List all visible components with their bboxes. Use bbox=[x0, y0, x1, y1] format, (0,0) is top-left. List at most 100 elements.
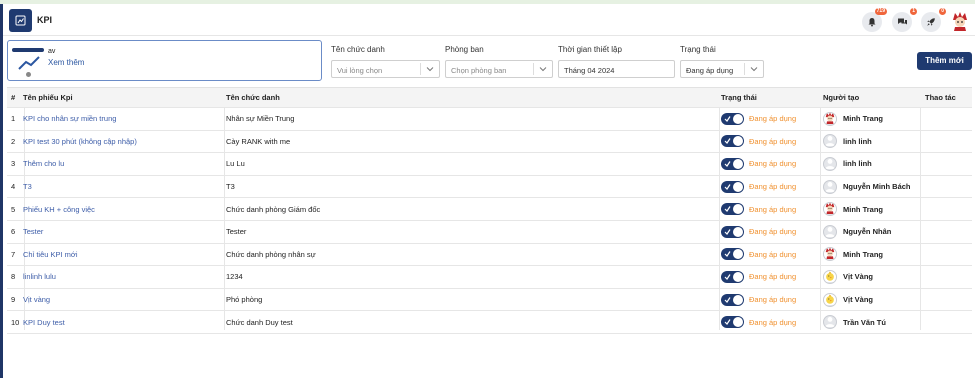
table-header-row: # Tên phiếu Kpi Tên chức danh Trạng thái… bbox=[7, 88, 972, 108]
status-cell: Đang áp dụng bbox=[721, 311, 817, 333]
job-title-cell: 1234 bbox=[226, 272, 243, 282]
status-toggle[interactable] bbox=[721, 248, 744, 261]
actions-cell bbox=[925, 244, 970, 266]
page-title: KPI bbox=[37, 15, 53, 25]
status-toggle[interactable] bbox=[721, 157, 744, 170]
check-icon bbox=[724, 183, 731, 190]
kpi-app-icon[interactable] bbox=[9, 9, 32, 32]
table-row[interactable]: 5 Phiếu KH + công việc Chức danh phòng Giá… bbox=[7, 198, 972, 221]
time-filter-value: Tháng 04 2024 bbox=[564, 66, 615, 75]
status-filter-select[interactable]: Đang áp dụng bbox=[680, 60, 764, 78]
creator-avatar bbox=[823, 202, 837, 217]
status-filter-label: Trạng thái bbox=[680, 45, 716, 54]
row-number: 5 bbox=[11, 204, 16, 214]
status-text: Đang áp dụng bbox=[749, 114, 797, 124]
creator-name: Minh Trang bbox=[843, 114, 883, 124]
status-toggle[interactable] bbox=[721, 135, 744, 148]
title-filter-select[interactable]: Vui lòng chọn bbox=[331, 60, 440, 78]
dept-filter-placeholder: Chọn phòng ban bbox=[451, 66, 507, 75]
dept-filter-label: Phòng ban bbox=[445, 45, 484, 54]
table-row[interactable]: 9 Vịt vàng Phó phòng Đang áp dụng Vịt Vàng bbox=[7, 289, 972, 312]
time-filter-label: Thời gian thiết lập bbox=[558, 45, 622, 54]
creator-cell: Nguyễn Nhân bbox=[823, 221, 919, 243]
table-row[interactable]: 2 KPI test 30 phút (không cập nhập) Cày RA… bbox=[7, 131, 972, 154]
updates-badge: 0 bbox=[939, 8, 946, 15]
selected-kpi-card[interactable]: av Xem thêm bbox=[7, 40, 322, 81]
add-new-button[interactable]: Thêm mới bbox=[917, 52, 972, 70]
status-toggle[interactable] bbox=[721, 203, 744, 216]
kpi-name-link[interactable]: KPI test 30 phút (không cập nhập) bbox=[23, 131, 223, 153]
status-text: Đang áp dụng bbox=[749, 249, 797, 259]
creator-avatar bbox=[823, 179, 837, 194]
kpi-name-link[interactable]: Vịt vàng bbox=[23, 289, 223, 311]
table-row[interactable]: 4 T3 T3 Đang áp dụng Nguyễn Minh Bách bbox=[7, 176, 972, 199]
chevron-down-icon bbox=[426, 67, 434, 72]
creator-cell: linh linh bbox=[823, 153, 919, 175]
status-text: Đang áp dụng bbox=[749, 317, 797, 327]
kpi-name-link[interactable]: Thêm cho lu bbox=[23, 153, 223, 175]
status-cell: Đang áp dụng bbox=[721, 176, 817, 198]
status-toggle[interactable] bbox=[721, 270, 744, 283]
kpi-chart-icon bbox=[12, 46, 50, 77]
table-row[interactable]: 10 KPI Duy test Chức danh Duy test Đang áp … bbox=[7, 311, 972, 334]
see-more-link[interactable]: Xem thêm bbox=[48, 58, 84, 67]
table-row[interactable]: 8 linlinh lulu 1234 Đang áp dụng Vịt Vàng bbox=[7, 266, 972, 289]
status-cell: Đang áp dụng bbox=[721, 266, 817, 288]
job-title-cell: Nhân sự Miền Trung bbox=[226, 114, 295, 124]
header-creator: Người tạo bbox=[823, 93, 860, 102]
status-cell: Đang áp dụng bbox=[721, 289, 817, 311]
kpi-name-link[interactable]: KPI Duy test bbox=[23, 311, 223, 333]
creator-name: Vịt Vàng bbox=[843, 295, 874, 305]
creator-avatar bbox=[823, 111, 837, 126]
rocket-icon bbox=[927, 18, 935, 26]
messages-button[interactable]: 1 bbox=[892, 8, 917, 32]
status-toggle[interactable] bbox=[721, 225, 744, 238]
row-number: 2 bbox=[11, 136, 16, 146]
header-no: # bbox=[11, 93, 16, 102]
kpi-name-link[interactable]: Phiếu KH + công việc bbox=[23, 198, 223, 220]
app-header: KPI 719 1 0 bbox=[3, 4, 975, 36]
job-title-cell: Chức danh phòng Giám đốc bbox=[226, 204, 321, 214]
status-cell: Đang áp dụng bbox=[721, 131, 817, 153]
notifications-badge: 719 bbox=[874, 8, 887, 15]
user-avatar[interactable] bbox=[950, 11, 970, 31]
creator-cell: Nguyễn Minh Bách bbox=[823, 176, 919, 198]
kpi-name-link[interactable]: KPI cho nhân sự miền trung bbox=[23, 108, 223, 130]
creator-cell: linh linh bbox=[823, 131, 919, 153]
status-toggle[interactable] bbox=[721, 180, 744, 193]
creator-cell: Minh Trang bbox=[823, 198, 919, 220]
table-row[interactable]: 7 Chỉ tiêu KPI mới Chức danh phòng nhân sự… bbox=[7, 244, 972, 267]
kpi-name-link[interactable]: Chỉ tiêu KPI mới bbox=[23, 244, 223, 266]
actions-cell bbox=[925, 108, 970, 130]
status-cell: Đang áp dụng bbox=[721, 221, 817, 243]
dept-filter-select[interactable]: Chọn phòng ban bbox=[445, 60, 553, 78]
check-icon bbox=[724, 206, 731, 213]
actions-cell bbox=[925, 131, 970, 153]
kpi-name-link[interactable]: Tester bbox=[23, 221, 223, 243]
time-filter-input[interactable]: Tháng 04 2024 bbox=[558, 60, 675, 78]
check-icon bbox=[724, 228, 731, 235]
notifications-button[interactable]: 719 bbox=[862, 8, 887, 32]
actions-cell bbox=[925, 266, 970, 288]
status-toggle[interactable] bbox=[721, 316, 744, 329]
table-row[interactable]: 1 KPI cho nhân sự miền trung Nhân sự Miền … bbox=[7, 108, 972, 131]
kpi-name-link[interactable]: T3 bbox=[23, 176, 223, 198]
status-toggle[interactable] bbox=[721, 293, 744, 306]
creator-avatar bbox=[823, 269, 837, 284]
status-text: Đang áp dụng bbox=[749, 182, 797, 192]
updates-button[interactable]: 0 bbox=[921, 8, 946, 32]
status-toggle[interactable] bbox=[721, 112, 744, 125]
table-row[interactable]: 3 Thêm cho lu Lu Lu Đang áp dụng linh linh bbox=[7, 153, 972, 176]
creator-cell: Trần Văn Tú bbox=[823, 311, 919, 333]
actions-cell bbox=[925, 221, 970, 243]
kpi-name-link[interactable]: linlinh lulu bbox=[23, 266, 223, 288]
creator-avatar bbox=[823, 134, 837, 149]
status-filter-value: Đang áp dụng bbox=[686, 66, 734, 75]
job-title-cell: Chức danh Duy test bbox=[226, 317, 293, 327]
job-title-cell: T3 bbox=[226, 182, 235, 192]
table-row[interactable]: 6 Tester Tester Đang áp dụng Nguyễn Nhân bbox=[7, 221, 972, 244]
status-text: Đang áp dụng bbox=[749, 295, 797, 305]
check-icon bbox=[724, 251, 731, 258]
chat-icon bbox=[897, 18, 907, 25]
creator-name: Nguyễn Nhân bbox=[843, 227, 892, 237]
